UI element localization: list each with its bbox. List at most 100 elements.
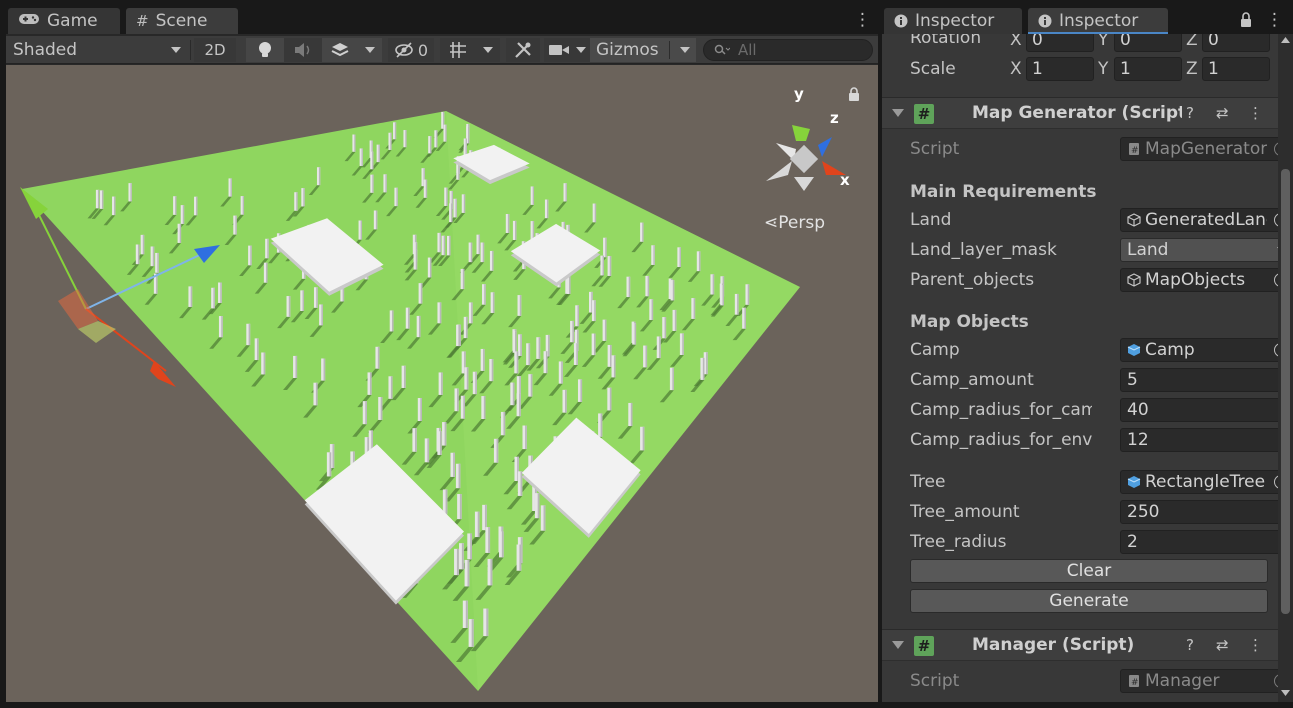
help-icon[interactable]: ? [1186,636,1194,654]
tab-scene[interactable]: # Scene [126,8,238,34]
object-picker-icon[interactable] [1267,339,1278,361]
chevron-down-icon [679,47,690,53]
tools-toggle[interactable] [506,38,540,62]
preset-icon[interactable]: ⇄ [1216,636,1229,654]
object-picker-icon[interactable] [1267,209,1278,231]
grid-dropdown[interactable] [476,38,500,62]
tree-amount-input[interactable]: 250 [1120,500,1278,524]
gizmo-y-cone[interactable] [792,125,810,141]
lighting-toggle[interactable] [246,38,284,62]
camp-radius-camp-row: Camp_radius_for_camp 40 [910,397,1278,423]
map-generator-header[interactable]: # Map Generator (Script) ? ⇄ ⋮ [882,97,1278,129]
tree-pillar-side [604,319,607,341]
mg-script-row: Script # MapGenerator [910,136,1278,162]
scene-toolbar: Shaded 2D 0 Gizmos All [6,36,878,64]
tree-pillar-side [445,124,447,142]
lock-icon[interactable] [1240,12,1252,31]
tree-pillar-side [318,167,321,186]
camp-field[interactable]: Camp [1120,338,1278,362]
gizmo-z-cone[interactable] [818,137,832,157]
tree-pillar-side [747,284,750,305]
land-layer-mask-label: Land_layer_mask [910,240,1057,260]
grid-icon [450,42,466,58]
foldout-arrow-icon[interactable] [892,641,904,649]
land-field[interactable]: GeneratedLand [1120,208,1278,232]
component-menu-icon[interactable]: ⋮ [1248,104,1263,122]
rotation-z[interactable]: Z0 [1186,34,1270,52]
tree-pillar-side [698,251,701,272]
effects-dropdown[interactable] [358,38,382,62]
parent-objects-field[interactable]: MapObjects [1120,268,1278,292]
tab-game[interactable]: Game [8,8,120,34]
tree-pillar-side [484,284,486,305]
scene-visibility-toggle[interactable]: 0 [388,38,434,62]
projection-toggle[interactable]: ⋖Persp [764,213,825,233]
audio-toggle[interactable] [284,38,322,62]
mg-script-label: Script [910,139,960,159]
help-icon[interactable]: ? [1186,104,1194,122]
object-picker-icon[interactable] [1267,471,1278,493]
tab-inspector-1[interactable]: Inspector [884,8,1022,34]
camp-radius-env-input[interactable]: 12 [1120,428,1278,452]
x-axis-arrow-icon[interactable] [150,361,176,387]
scroll-up-icon[interactable] [1281,37,1290,43]
rotation-z-field[interactable]: 0 [1202,34,1270,52]
scene-options-icon[interactable]: ⋮ [854,12,871,29]
gizmos-dropdown[interactable]: Gizmos [590,38,696,62]
inspector-options-icon[interactable]: ⋮ [1266,12,1283,29]
orientation-gizmo[interactable]: y z x [766,85,850,191]
tree-pillar-side [593,333,596,356]
tree-pillar-side [303,188,305,207]
tree-pillar-side [519,393,521,417]
tree-pillar-side [449,235,451,256]
tree-pillar-side [461,543,464,570]
camp-amount-input[interactable]: 5 [1120,368,1278,392]
grid-toggle[interactable] [440,38,476,62]
toggle-2d-button[interactable]: 2D [194,38,236,62]
rotation-x[interactable]: X0 [1010,34,1094,52]
generate-button[interactable]: Generate [910,589,1268,613]
camp-value: Camp [1145,340,1195,360]
scroll-down-icon[interactable] [1281,690,1290,696]
scale-y-field[interactable]: 1 [1114,57,1182,81]
tree-pillar-side [404,365,406,388]
scale-y[interactable]: Y1 [1098,57,1182,81]
component-menu-icon[interactable]: ⋮ [1248,636,1263,654]
preset-icon[interactable]: ⇄ [1216,104,1229,122]
scene-viewport[interactable]: y z x ⋖Persp [6,65,878,702]
xz-plane-handle[interactable] [58,289,98,329]
gizmo-negy-cone[interactable] [794,177,814,191]
tree-pillar-side [519,295,522,316]
object-picker-icon[interactable] [1267,269,1278,291]
tree-pillar-side [503,411,506,436]
shading-mode-dropdown[interactable]: Shaded [9,38,187,62]
inspector-content[interactable]: Rotation X0 Y0 Z0 Scale X1 Y1 Z1 # Map G… [882,34,1278,702]
camp-radius-camp-input[interactable]: 40 [1120,398,1278,422]
tree-pillar-side [267,238,269,259]
scale-x[interactable]: X1 [1010,57,1094,81]
camera-toggle[interactable] [544,38,574,62]
scale-z[interactable]: Z1 [1186,57,1270,81]
clear-button[interactable]: Clear [910,559,1268,583]
rotation-x-field[interactable]: 0 [1026,34,1094,52]
scene-search-input[interactable]: All [703,39,873,61]
tree-field[interactable]: RectangleTree [1120,470,1278,494]
tree-pillar-side [605,237,607,258]
tree-pillar-side [496,438,499,463]
inspector-scrollbar[interactable] [1278,34,1293,702]
tree-radius-input[interactable]: 2 [1120,530,1278,554]
rotation-y-field[interactable]: 0 [1114,34,1182,52]
tools-icon [515,42,531,58]
scale-x-field[interactable]: 1 [1026,57,1094,81]
foldout-arrow-icon[interactable] [892,109,904,117]
land-layer-mask-dropdown[interactable]: Land [1120,238,1278,262]
scale-z-field[interactable]: 1 [1202,57,1270,81]
effects-toggle[interactable] [322,38,358,62]
gizmo-negx-cone[interactable] [766,161,792,181]
manager-header[interactable]: # Manager (Script) ? ⇄ ⋮ [882,629,1278,661]
tab-inspector-2[interactable]: Inspector [1028,8,1168,34]
rotation-y[interactable]: Y0 [1098,34,1182,52]
tree-pillar-side [390,132,392,150]
scrollbar-thumb[interactable] [1281,169,1290,614]
camera-dropdown[interactable] [572,38,590,62]
